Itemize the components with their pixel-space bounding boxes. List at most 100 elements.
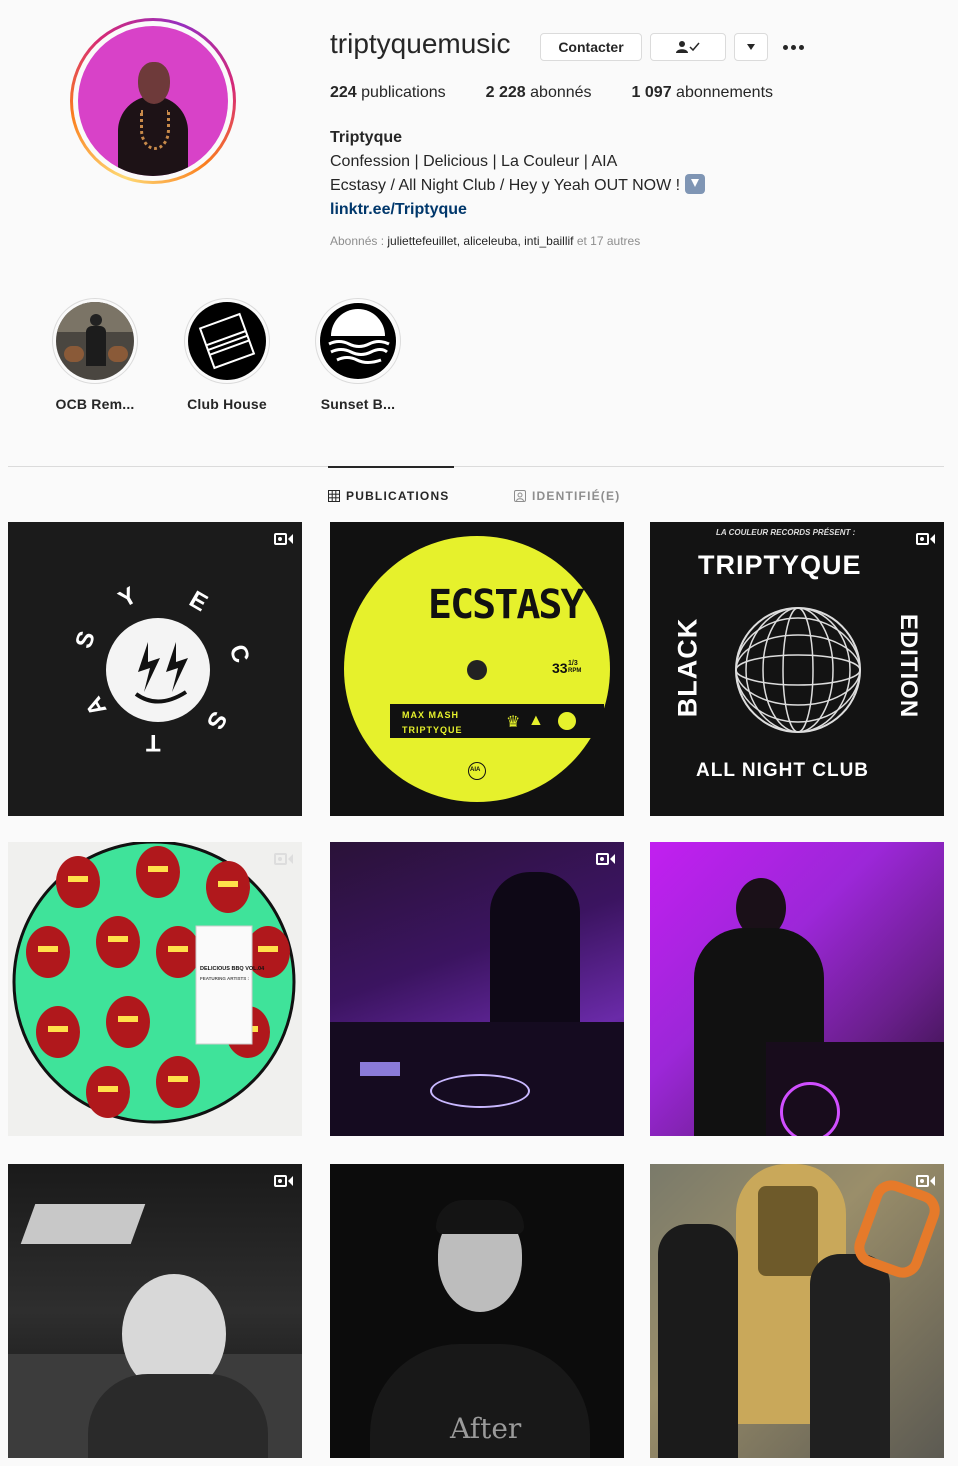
highlight-label: Sunset B... (320, 396, 396, 412)
dj-silhouette (490, 872, 580, 1022)
more-options-icon[interactable] (778, 36, 808, 58)
profile-bio: Triptyque Confession | Delicious | La Co… (330, 126, 705, 222)
vinyl-rpm-fraction: 1/3 (568, 660, 578, 667)
stat-posts-label: publications (361, 84, 446, 101)
cover-person-body (86, 326, 106, 366)
highlight-sunset-boat[interactable]: Sunset B... (310, 298, 406, 412)
anc-left-text: BLACK (672, 617, 703, 718)
bio-line-2-text: Ecstasy / All Night Club / Hey y Yeah OU… (330, 177, 681, 194)
tagged-person-icon (514, 490, 526, 502)
anc-title: TRIPTYQUE (698, 550, 862, 580)
dot (798, 44, 804, 50)
following-button[interactable] (650, 33, 726, 61)
stat-posts-count: 224 (330, 84, 357, 101)
club-house-logo (198, 312, 256, 370)
mixer-screen (360, 1062, 400, 1076)
followed-by-user[interactable]: juliettefeuillet (387, 234, 456, 248)
reel-icon (274, 852, 294, 866)
vinyl-artist-2: TRIPTYQUE (402, 725, 463, 735)
contact-button[interactable]: Contacter (540, 33, 642, 61)
mouths-pattern-artwork (12, 842, 296, 1124)
ecstasy-letter: T (146, 729, 161, 756)
bio-link[interactable]: linktr.ee/Triptyque (330, 198, 705, 222)
cover-person-head (90, 314, 102, 326)
bio-line-1: Confession | Delicious | La Couleur | AI… (330, 153, 618, 170)
followed-by-prefix: Abonnés : (330, 234, 388, 248)
profile-avatar[interactable] (78, 26, 228, 176)
turntable-ring (780, 1082, 840, 1136)
reel-icon (274, 532, 294, 546)
post-dj-magenta[interactable] (650, 842, 944, 1136)
portrait-hair (436, 1200, 524, 1234)
highlight-ocb[interactable]: OCB Rem... (47, 298, 143, 412)
dot (782, 44, 788, 50)
post-dj-booth-purple[interactable] (330, 842, 624, 1136)
post-ecstasy-smiley[interactable]: Y E C S T A S (8, 522, 302, 816)
reel-icon (274, 1174, 294, 1188)
highlight-label: OCB Rem... (55, 396, 135, 412)
highlight-cover (319, 302, 397, 380)
venue-structure (20, 1204, 146, 1244)
sunset-boat-logo (320, 303, 396, 379)
suggested-accounts-button[interactable] (734, 33, 768, 61)
anc-right-text: EDITION (895, 613, 923, 719)
anc-header: LA COULEUR RECORDS PRÉSENT : (716, 528, 856, 537)
active-tab-indicator (328, 466, 454, 468)
post-ecstasy-vinyl[interactable]: ECSTASY 33 1/3 RPM MAX MASH TRIPTYQUE ♛ … (330, 522, 624, 816)
vinyl-rpm: 33 (552, 660, 568, 676)
post-artwork (106, 618, 210, 722)
stat-followers-count: 2 228 (485, 84, 526, 101)
anc-bottom-text: ALL NIGHT CLUB (696, 760, 870, 781)
post-crowd-bw[interactable] (8, 1164, 302, 1458)
highlight-cover (56, 302, 134, 380)
reel-icon (596, 852, 616, 866)
vinyl-rpm-unit: RPM (568, 668, 582, 674)
tab-tagged[interactable]: IDENTIFIÉ(E) (514, 489, 620, 503)
highlight-ring (52, 298, 138, 384)
tab-publications-label: PUBLICATIONS (346, 489, 450, 503)
reel-icon (916, 1174, 936, 1188)
man-leather-jacket (658, 1224, 738, 1458)
down-arrow-emoji-icon (684, 174, 705, 194)
shirt-print-text: After (450, 1412, 522, 1445)
cover-dog-left (64, 346, 84, 362)
post-all-night-club[interactable]: LA COULEUR RECORDS PRÉSENT : TRIPTYQUE B… (650, 522, 944, 816)
highlight-club-house[interactable]: Club House (179, 298, 275, 412)
followed-by[interactable]: Abonnés : juliettefeuillet, aliceleuba, … (330, 234, 640, 248)
vinyl-title: ECSTASY (428, 582, 585, 628)
smiley-icon (558, 712, 576, 730)
delicious-card-subtitle: FEATURING ARTISTS : (200, 976, 249, 981)
person-check-icon (676, 41, 700, 53)
profile-avatar-ring[interactable] (70, 18, 236, 184)
cover-dog-right (108, 346, 128, 362)
highlight-ring (184, 298, 270, 384)
tabs-divider (8, 466, 944, 467)
chevron-down-icon (747, 44, 755, 50)
post-graffiti-street[interactable] (650, 1164, 944, 1458)
delicious-card-title: DELICIOUS BBQ VOL.04 (200, 966, 265, 972)
profile-stats: 224 publications 2 228 abonnés 1 097 abo… (330, 84, 813, 102)
stat-followers[interactable]: 2 228 abonnés (486, 84, 592, 102)
dot (790, 44, 796, 50)
man-shoulders (88, 1374, 268, 1458)
tab-publications[interactable]: PUBLICATIONS (328, 489, 450, 503)
triangle-logo-icon: ▲ (528, 712, 544, 729)
crown-icon: ♛ (506, 714, 521, 731)
bio-line-2: Ecstasy / All Night Club / Hey y Yeah OU… (330, 174, 705, 198)
bio-name: Triptyque (330, 129, 403, 146)
woman-sweater (810, 1254, 890, 1458)
vinyl-artist-1: MAX MASH (402, 710, 459, 720)
vinyl-logo: AIA (470, 767, 481, 773)
stat-following[interactable]: 1 097 abonnements (632, 84, 773, 102)
post-portrait-after[interactable]: After (330, 1164, 624, 1458)
stat-posts: 224 publications (330, 84, 446, 102)
avatar-figure-chain (140, 110, 170, 150)
followed-by-user[interactable]: aliceleuba (463, 234, 517, 248)
post-delicious-bbq[interactable]: DELICIOUS BBQ VOL.04 FEATURING ARTISTS : (8, 842, 302, 1136)
stat-following-count: 1 097 (631, 84, 672, 101)
followed-by-user[interactable]: inti_baillif (524, 234, 573, 248)
grid-icon (328, 490, 340, 502)
highlight-label: Club House (187, 396, 267, 412)
profile-username: triptyquemusic (330, 28, 511, 59)
turntable-glow (430, 1074, 530, 1108)
